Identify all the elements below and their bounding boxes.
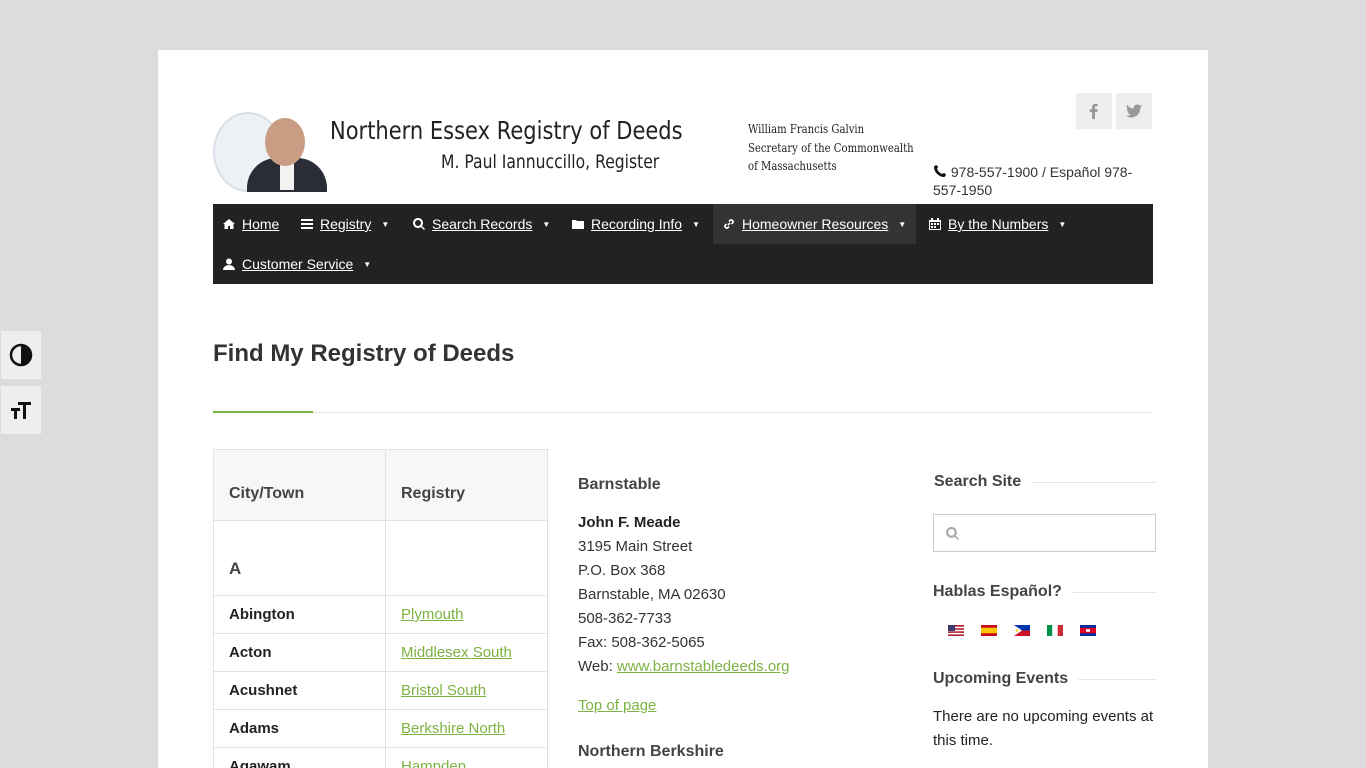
address-line: 3195 Main Street: [578, 538, 693, 555]
text-size-icon: [11, 402, 31, 419]
town-cell: Acton: [213, 633, 386, 672]
list-icon: [301, 219, 313, 229]
registry-heading: Barnstable: [578, 476, 661, 493]
registry-link[interactable]: Bristol South: [401, 682, 486, 699]
nav-recording-info[interactable]: Recording Info ▼: [562, 204, 710, 244]
column-header-registry: Registry: [385, 449, 548, 521]
spanish-widget-title: Hablas Español?: [933, 583, 1156, 601]
register-photo: [247, 114, 327, 192]
chevron-down-icon: ▼: [898, 219, 907, 229]
twitter-icon: [1126, 104, 1142, 118]
link-icon: [724, 219, 734, 229]
phone-info: 978-557-1900 / Español 978-557-1950: [933, 163, 1153, 199]
table-row: Acushnet Bristol South: [213, 671, 548, 710]
galvin-caption: William Francis Galvin Secretary of the …: [748, 122, 914, 173]
main-nav: Home Registry ▼ Search Records ▼ Recordi…: [213, 204, 1153, 284]
twitter-button[interactable]: [1116, 93, 1152, 129]
title-divider: [213, 412, 1153, 413]
registry-heading: Northern Berkshire: [578, 743, 724, 760]
group-row: A: [213, 520, 548, 596]
chevron-down-icon: ▼: [1058, 219, 1067, 229]
nav-home[interactable]: Home: [213, 204, 289, 244]
philippines-flag[interactable]: [1014, 625, 1030, 636]
language-flags: [933, 625, 1156, 636]
italy-flag[interactable]: [1047, 625, 1063, 636]
user-icon: [223, 258, 235, 270]
phone-number: 508-362-7733: [578, 610, 672, 627]
chevron-down-icon: ▼: [381, 219, 390, 229]
nav-homeowner-resources[interactable]: Homeowner Resources ▼: [713, 204, 917, 244]
table-row: Agawam Hampden: [213, 747, 548, 768]
address-line: P.O. Box 368: [578, 562, 666, 579]
nav-registry[interactable]: Registry ▼: [291, 204, 399, 244]
text-size-button[interactable]: [0, 385, 42, 435]
search-icon: [413, 218, 425, 230]
home-icon: [223, 219, 235, 229]
search-icon: [946, 527, 959, 540]
title-accent: [213, 411, 313, 413]
folder-icon: [572, 220, 584, 229]
nav-customer-service[interactable]: Customer Service ▼: [213, 244, 381, 284]
registry-link[interactable]: Plymouth: [401, 606, 464, 623]
chevron-down-icon: ▼: [363, 259, 372, 269]
nav-by-the-numbers[interactable]: By the Numbers ▼: [919, 204, 1076, 244]
chevron-down-icon: ▼: [542, 219, 551, 229]
town-cell: Adams: [213, 709, 386, 748]
column-header-city: City/Town: [213, 449, 386, 521]
page-title: Find My Registry of Deeds: [213, 340, 515, 367]
registry-link[interactable]: Hampden: [401, 758, 466, 768]
sidebar: Search Site Hablas Español? Upcoming Eve…: [933, 473, 1156, 753]
registry-table: City/Town Registry A Abington Plymouth A…: [213, 449, 548, 768]
town-cell: Agawam: [213, 747, 386, 768]
registry-link[interactable]: Berkshire North: [401, 720, 505, 737]
logo-subtitle: M. Paul Iannuccillo, Register: [441, 151, 660, 173]
table-row: Abington Plymouth: [213, 595, 548, 634]
address-line: Barnstable, MA 02630: [578, 586, 726, 603]
facebook-button[interactable]: [1076, 93, 1112, 129]
facebook-icon: [1089, 103, 1098, 119]
chevron-down-icon: ▼: [692, 219, 700, 229]
search-widget-title: Search Site: [934, 473, 1156, 491]
nav-search-records[interactable]: Search Records ▼: [403, 204, 560, 244]
table-row: Acton Middlesex South: [213, 633, 548, 672]
web-line: Web: www.barnstabledeeds.org: [578, 658, 790, 675]
fax-number: Fax: 508-362-5065: [578, 634, 705, 651]
table-row: Adams Berkshire North: [213, 709, 548, 748]
us-flag[interactable]: [948, 625, 964, 636]
phone-icon: [933, 164, 947, 178]
page-container: Northern Essex Registry of Deeds M. Paul…: [158, 50, 1208, 768]
calendar-icon: [929, 218, 941, 230]
site-logo[interactable]: Northern Essex Registry of Deeds M. Paul…: [213, 112, 683, 192]
town-cell: Acushnet: [213, 671, 386, 710]
phone-text: 978-557-1900 / Español 978-557-1950: [933, 164, 1133, 198]
registry-link[interactable]: Middlesex South: [401, 644, 512, 661]
search-input[interactable]: [934, 515, 1155, 551]
search-box: [933, 514, 1156, 552]
contrast-toggle-button[interactable]: [0, 330, 42, 380]
events-widget-title: Upcoming Events: [933, 670, 1156, 688]
top-of-page-link[interactable]: Top of page: [578, 694, 898, 718]
logo-title: Northern Essex Registry of Deeds: [330, 116, 683, 145]
group-letter: A: [213, 520, 386, 596]
website-link[interactable]: www.barnstabledeeds.org: [617, 658, 790, 675]
cambodia-flag[interactable]: [1080, 625, 1096, 636]
contrast-icon: [9, 343, 33, 367]
events-text: There are no upcoming events at this tim…: [933, 708, 1154, 749]
town-cell: Abington: [213, 595, 386, 634]
register-name: John F. Meade: [578, 514, 681, 531]
registry-detail: Barnstable John F. Meade 3195 Main Stree…: [578, 473, 898, 768]
spain-flag[interactable]: [981, 625, 997, 636]
